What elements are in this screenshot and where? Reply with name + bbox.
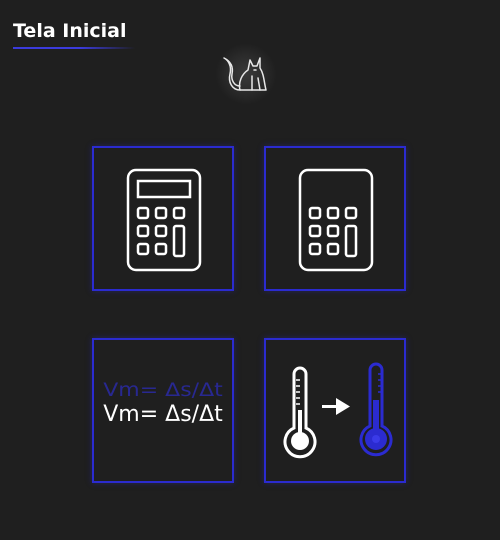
average-speed-formula: Vm= Δs/Δt: [103, 402, 223, 427]
simple-calculator-tile[interactable]: [264, 146, 406, 291]
calculator-tile[interactable]: [92, 146, 234, 291]
arrow-right-icon: [322, 398, 350, 415]
calculator-icon: [126, 168, 202, 272]
logo: [216, 44, 276, 104]
formula-shadow: Vm= Δs/Δt: [103, 379, 223, 402]
thermometer-blue-icon: [359, 362, 393, 457]
cat-icon: [223, 57, 267, 91]
average-speed-tile[interactable]: Vm= Δs/Δt Vm= Δs/Δt: [92, 338, 234, 483]
thermometer-white-icon: [283, 366, 317, 459]
title-underline: [13, 47, 135, 49]
page-title: Tela Inicial: [13, 20, 127, 42]
calculator-simple-icon: [298, 168, 374, 272]
temperature-converter-icon: [283, 362, 393, 459]
temperature-converter-tile[interactable]: [264, 338, 406, 483]
